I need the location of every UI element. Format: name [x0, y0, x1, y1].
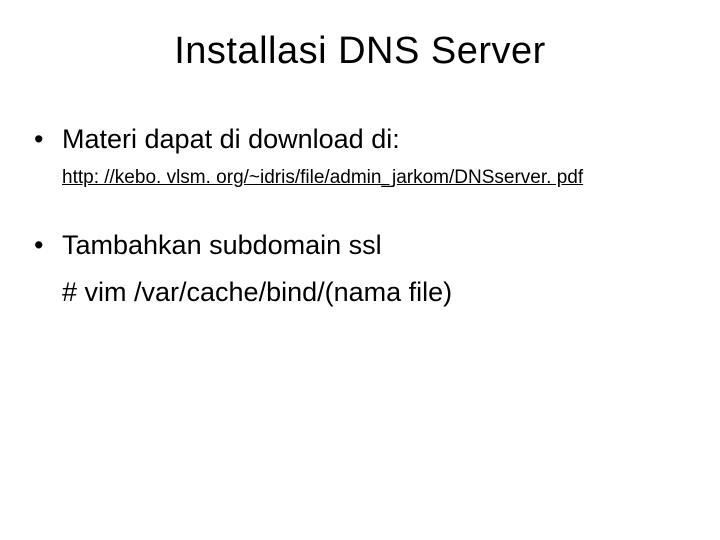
bullet-text-2-line2: # vim /var/cache/bind/(nama file) — [28, 274, 692, 310]
materi-link[interactable]: http: //kebo. vlsm. org/~idris/file/admi… — [28, 167, 692, 189]
bullet-text-2: Tambahkan subdomain ssl — [62, 230, 382, 260]
slide-title: Installasi DNS Server — [28, 30, 692, 73]
bullet-item-2: Tambahkan subdomain ssl — [28, 227, 692, 263]
bullet-list: Materi dapat di download di: — [28, 121, 692, 157]
bullet-list-2: Tambahkan subdomain ssl — [28, 227, 692, 263]
bullet-text-1: Materi dapat di download di: — [62, 124, 400, 154]
bullet-item-1: Materi dapat di download di: — [28, 121, 692, 157]
